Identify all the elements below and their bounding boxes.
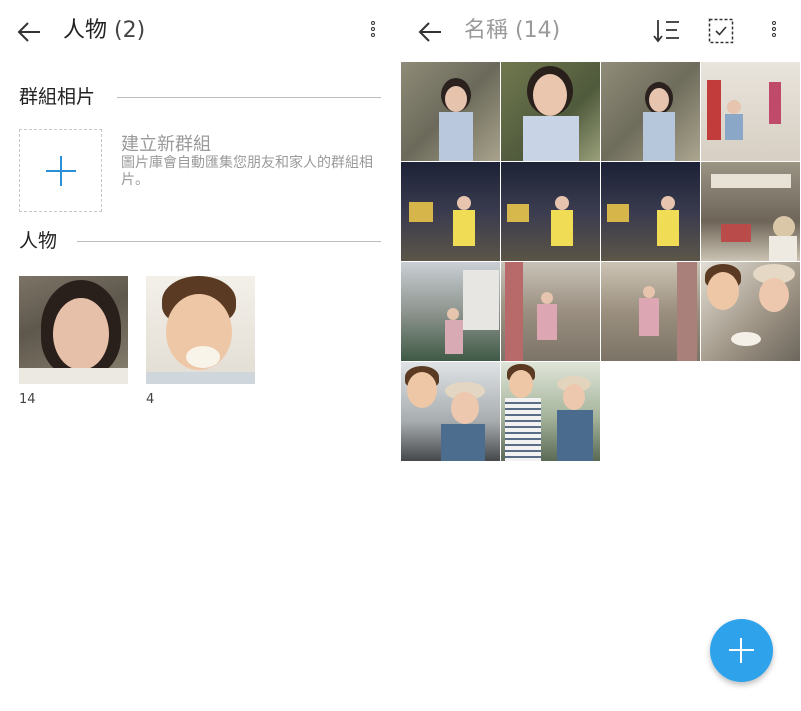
page-title[interactable]: 名稱 (14) [464,16,560,46]
add-fab-button[interactable] [710,619,773,682]
photo-thumbnail[interactable] [701,62,800,161]
photo-thumbnail[interactable] [501,362,600,461]
title-text: 名稱 [464,18,509,43]
app-bar: 名稱 (14) [401,0,801,62]
photo-thumbnail[interactable] [401,362,500,461]
page-title: 人物 (2) [63,16,145,46]
photo-thumbnail[interactable] [701,162,800,261]
photo-thumbnail[interactable] [501,162,600,261]
person-tile[interactable]: 14 [19,276,128,407]
photo-thumbnail[interactable] [401,262,500,361]
more-options-icon[interactable] [368,19,378,43]
people-screen: 人物 (2) 群組相片 建立新群組 圖片庫會自動匯集您朋友和家人的群組相片。 人… [0,0,400,711]
sort-icon[interactable] [653,18,681,44]
photo-thumbnail[interactable] [401,162,500,261]
section-label: 群組相片 [19,84,110,110]
person-photos-screen: 名稱 (14) [401,0,801,711]
select-icon[interactable] [708,18,734,44]
photo-thumbnail[interactable] [601,62,700,161]
person-photo[interactable] [19,276,128,384]
photo-count: 14 [19,392,36,407]
back-arrow-icon[interactable] [14,17,44,47]
photo-thumbnail[interactable] [601,262,700,361]
section-label: 人物 [19,228,72,254]
title-text: 人物 [63,18,108,43]
app-bar: 人物 (2) [0,0,400,62]
photo-thumbnail[interactable] [601,162,700,261]
title-count: (2) [114,18,146,43]
photo-thumbnail[interactable] [401,62,500,161]
create-group-description: 圖片庫會自動匯集您朋友和家人的群組相片。 [121,155,373,188]
divider [77,241,381,242]
create-group-title[interactable]: 建立新群組 [121,130,211,156]
create-group-button[interactable] [19,129,102,212]
title-count: (14) [515,18,561,43]
people-header: 人物 [19,228,381,254]
photo-thumbnail[interactable] [501,62,600,161]
person-tile[interactable]: 4 [146,276,255,407]
divider [117,97,381,98]
back-arrow-icon[interactable] [415,17,445,47]
group-photos-header: 群組相片 [19,84,381,110]
photo-count: 4 [146,392,155,407]
photo-thumbnail[interactable] [501,262,600,361]
more-options-icon[interactable] [769,19,779,43]
person-photo[interactable] [146,276,255,384]
photo-thumbnail[interactable] [701,262,800,361]
